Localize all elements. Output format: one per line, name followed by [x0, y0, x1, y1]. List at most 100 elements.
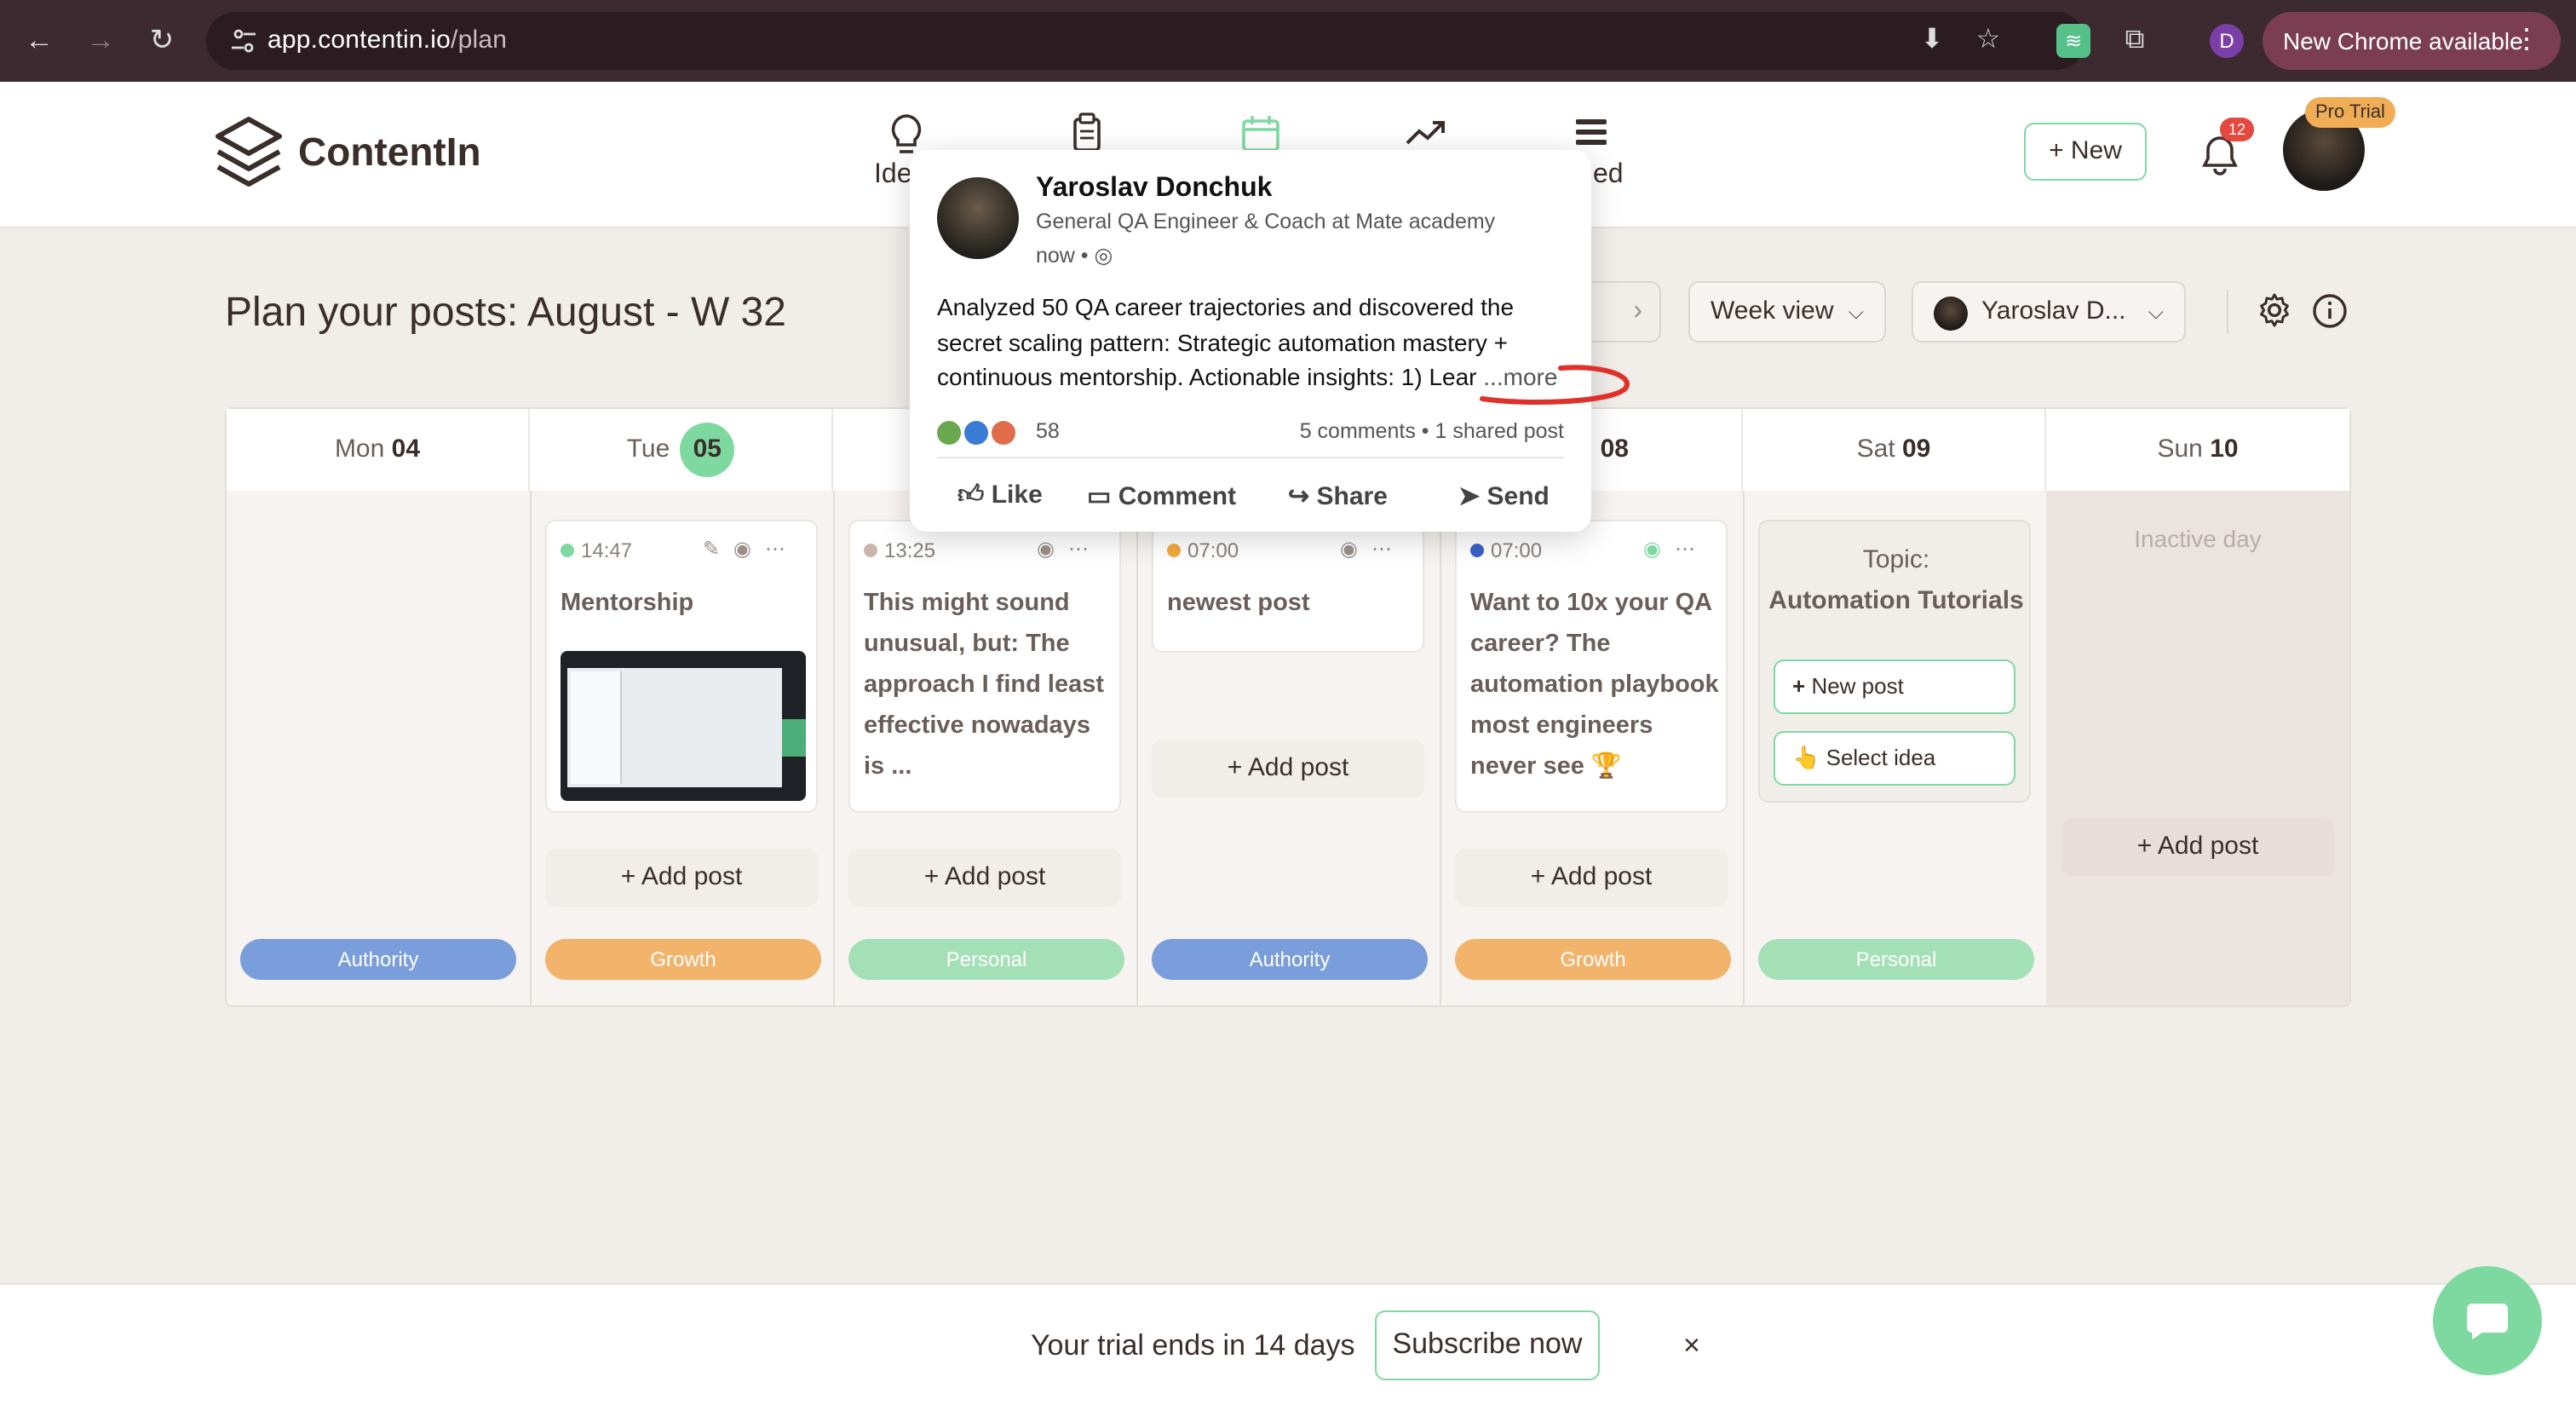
author-headline: General QA Engineer & Coach at Mate acad…: [1036, 210, 1496, 233]
close-icon[interactable]: ×: [1683, 1329, 1700, 1363]
day-header-tue: Tue 05: [530, 409, 833, 491]
post-time: 07:00: [1470, 538, 1542, 562]
new-post-button[interactable]: + New: [2024, 123, 2147, 181]
reaction-count: 58: [1036, 419, 1060, 443]
add-post-button[interactable]: + Add post: [545, 849, 818, 907]
add-post-button[interactable]: + Add post: [848, 849, 1121, 907]
post-timestamp: now • ◎: [1036, 244, 1113, 268]
address-bar[interactable]: app.contentin.io/plan: [206, 12, 2085, 70]
trial-text: Your trial ends in 14 days: [1031, 1329, 1355, 1362]
author-name: Yaroslav Donchuk: [1036, 174, 1273, 203]
post-preview-text: This might sound unusual, but: The appro…: [864, 590, 1104, 780]
add-post-button[interactable]: + Add post: [2061, 818, 2334, 876]
card-actions[interactable]: ✎◉⋯: [703, 537, 799, 561]
new-post-topic-button[interactable]: + New post: [1774, 659, 2015, 714]
send-action[interactable]: ➤ Send: [1458, 481, 1550, 511]
globe-icon: ◎: [1094, 244, 1113, 268]
screenshot-sidebar: [571, 671, 622, 784]
view-select[interactable]: Week view ⌵: [1688, 281, 1886, 343]
post-preview-text: Mentorship: [561, 590, 694, 617]
divider: [2227, 290, 2228, 334]
extensions-puzzle-icon[interactable]: ⧉: [2118, 24, 2152, 58]
share-icon: ↪: [1288, 482, 1310, 511]
post-body: Analyzed 50 QA career trajectories and d…: [937, 293, 1558, 390]
add-post-button[interactable]: + Add post: [1455, 849, 1728, 907]
chat-bubble-icon: [2467, 1304, 2508, 1339]
tag-authority[interactable]: Authority: [240, 939, 516, 980]
nav-ideas-label[interactable]: Ide: [874, 160, 912, 191]
add-post-button[interactable]: + Add post: [1152, 740, 1424, 798]
chrome-menu-icon[interactable]: ⋮: [2513, 12, 2540, 70]
post-card-fri[interactable]: 07:00 ◉⋯ Want to 10x your QA career? The…: [1455, 520, 1728, 813]
day-header-sun: Sun 10: [2046, 409, 2349, 491]
author-avatar: [937, 177, 1019, 259]
post-image-thumbnail: [561, 651, 806, 801]
today-indicator: 05: [680, 423, 735, 477]
avatar: [1934, 297, 1968, 331]
forward-icon[interactable]: →: [82, 22, 119, 60]
share-action[interactable]: ↪ Share: [1288, 481, 1388, 511]
chat-widget-button[interactable]: [2433, 1266, 2542, 1375]
tag-personal[interactable]: Personal: [1758, 939, 2034, 980]
reaction-icons: [937, 419, 1026, 446]
tag-personal[interactable]: Personal: [848, 939, 1124, 980]
page-title: Plan your posts: August - W 32: [225, 290, 786, 336]
engagement-stats: 5 comments • 1 shared post: [1299, 419, 1564, 443]
pro-trial-badge: Pro Trial: [2305, 97, 2395, 128]
select-idea-button[interactable]: 👆 Select idea: [1774, 731, 2015, 786]
topic-label: Topic:: [1862, 545, 1930, 574]
post-card-tue[interactable]: 14:47 ✎◉⋯ Mentorship: [545, 520, 818, 813]
card-actions[interactable]: ◉⋯: [1340, 537, 1406, 561]
info-icon[interactable]: [2312, 293, 2348, 329]
linkedin-post-preview: Yaroslav Donchuk General QA Engineer & C…: [910, 150, 1630, 532]
divider: [833, 491, 835, 1005]
contentin-extension-icon[interactable]: ≋: [2056, 24, 2090, 58]
reload-icon[interactable]: ↻: [143, 22, 181, 60]
divider: [1136, 491, 1138, 1005]
bookmark-star-icon[interactable]: ☆: [1971, 24, 2005, 58]
post-card-thu[interactable]: 07:00 ◉⋯ newest post: [1152, 520, 1424, 653]
gear-icon[interactable]: [2256, 291, 2293, 329]
tag-authority[interactable]: Authority: [1152, 939, 1428, 980]
divider: [530, 491, 532, 1005]
card-actions[interactable]: ◉⋯: [1643, 537, 1709, 561]
tag-growth[interactable]: Growth: [545, 939, 821, 980]
chrome-update-button[interactable]: New Chrome available ⋮: [2263, 12, 2561, 70]
tag-growth[interactable]: Growth: [1455, 939, 1731, 980]
post-preview-text: newest post: [1167, 590, 1310, 617]
status-dot: [1470, 544, 1484, 557]
comment-action[interactable]: ▭ Comment: [1087, 481, 1236, 511]
post-preview-text: Want to 10x your QA career? The automati…: [1470, 590, 1719, 780]
site-settings-icon[interactable]: [230, 27, 257, 55]
notification-badge: 12: [2220, 118, 2254, 141]
status-dot: [561, 544, 574, 557]
topic-name: Automation Tutorials: [1768, 586, 2024, 615]
install-app-icon[interactable]: ⬇: [1915, 24, 1949, 58]
status-dot: [1167, 544, 1181, 557]
like-icon: [964, 421, 988, 445]
contentin-logo[interactable]: [213, 114, 285, 196]
url-text: app.contentin.io/plan: [267, 26, 508, 55]
screenshot-video: [782, 719, 806, 757]
back-icon[interactable]: ←: [20, 22, 58, 60]
chevron-down-icon: ⌵: [1848, 300, 1864, 324]
subscribe-button[interactable]: Subscribe now: [1375, 1310, 1600, 1380]
day-header-mon: Mon 04: [227, 409, 530, 491]
day-header-sat: Sat 09: [1743, 409, 2046, 491]
divider: [1440, 491, 1441, 1005]
chevron-down-icon: ⌵: [2148, 300, 2164, 324]
account-select[interactable]: Yaroslav D... ⌵: [1912, 281, 2186, 343]
post-card-wed[interactable]: 13:25 ◉⋯ This might sound unusual, but: …: [848, 520, 1121, 813]
love-icon: [992, 421, 1015, 445]
card-actions[interactable]: ◉⋯: [1037, 537, 1102, 561]
thumbs-up-icon: 👍︎: [957, 481, 985, 510]
post-time: 07:00: [1167, 538, 1239, 562]
inactive-day-column: [2046, 491, 2349, 1005]
topic-card: Topic: Automation Tutorials + New post 👆…: [1758, 520, 2031, 803]
nav-feed-label[interactable]: ed: [1593, 160, 1624, 191]
post-time: 13:25: [864, 538, 935, 562]
post-time: 14:47: [561, 538, 632, 562]
like-action[interactable]: 👍︎ Like: [957, 481, 1043, 511]
profile-avatar[interactable]: D: [2210, 24, 2244, 58]
send-icon: ➤: [1458, 482, 1481, 511]
